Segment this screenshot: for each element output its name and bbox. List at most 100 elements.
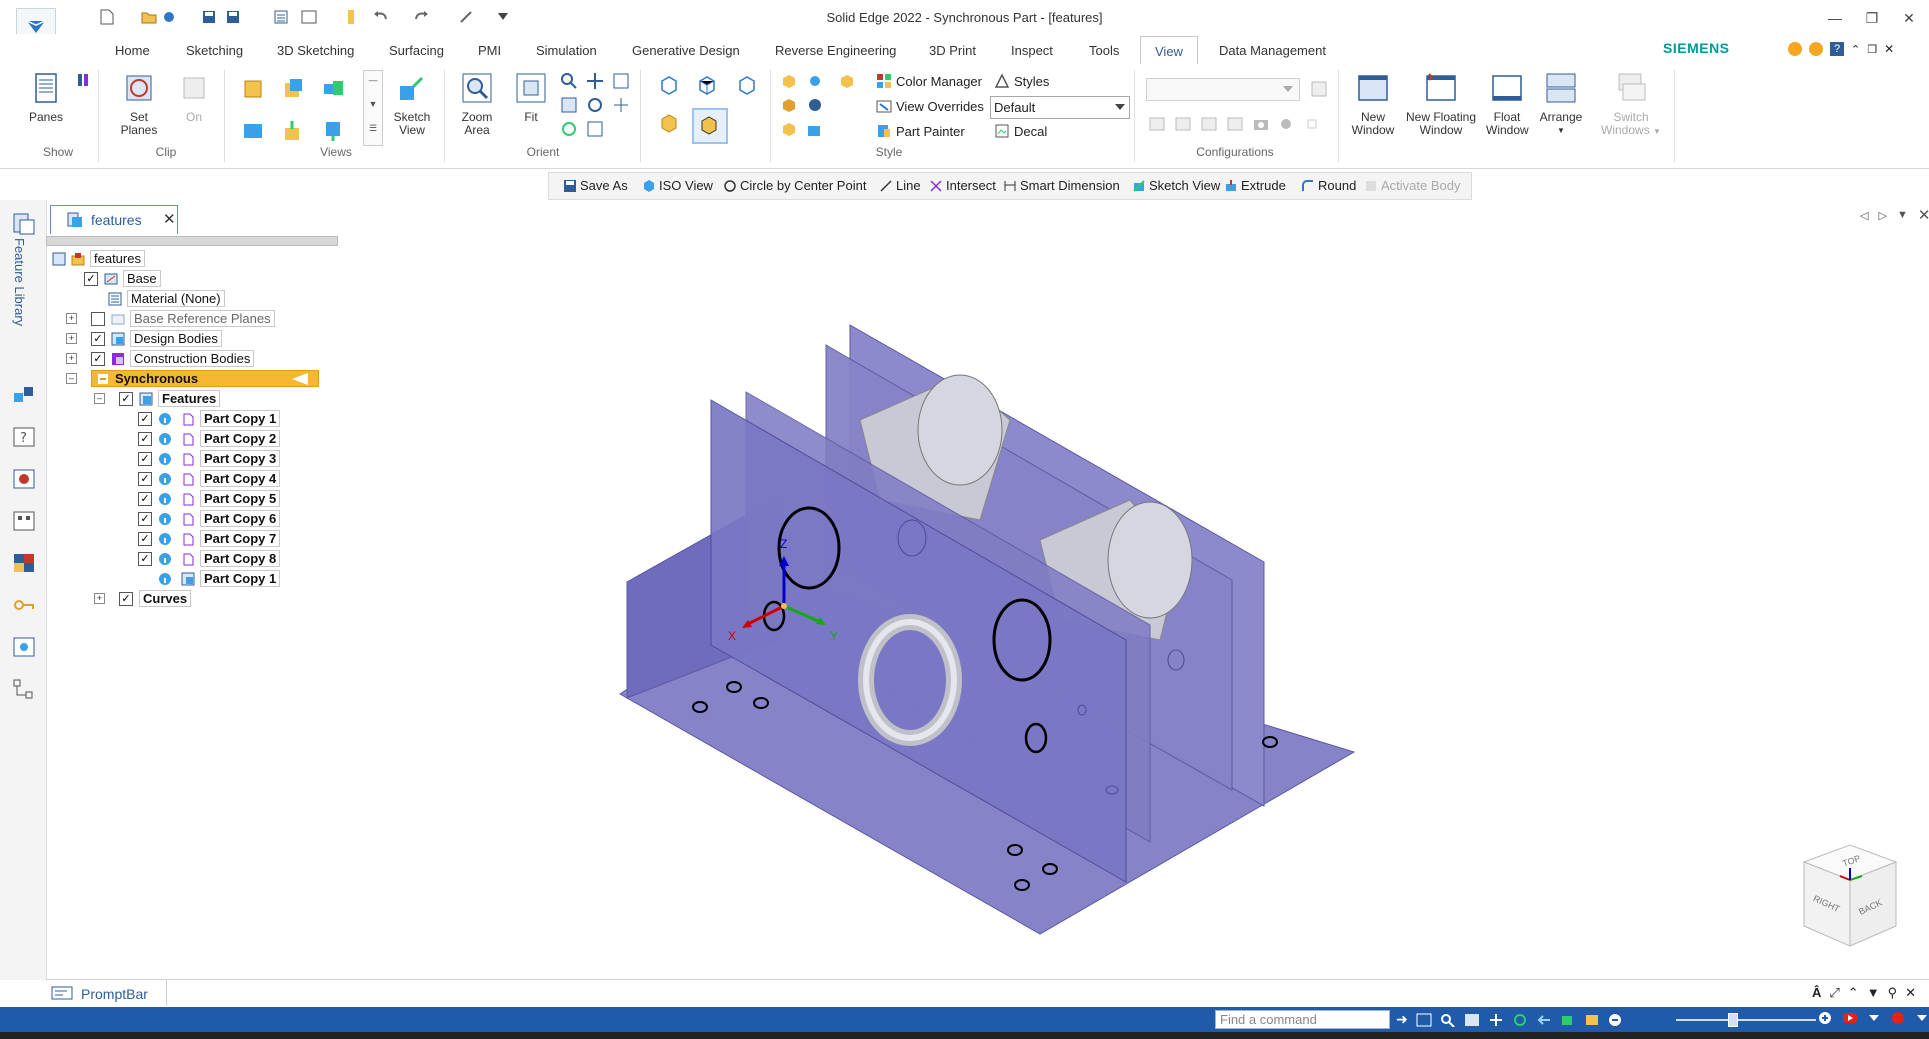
tab-surfacing[interactable]: Surfacing: [389, 43, 444, 58]
visible-edges-cube-icon[interactable]: [696, 74, 718, 96]
cmd-round[interactable]: Round: [1301, 178, 1356, 193]
styles-button[interactable]: Styles: [994, 73, 1049, 89]
graphics-window[interactable]: Z Y X TOP RIGHT BACK: [46, 236, 1929, 976]
tab-view[interactable]: View: [1140, 36, 1198, 65]
arrow-right-icon[interactable]: ➜: [1396, 1011, 1408, 1028]
tab-simulation[interactable]: Simulation: [536, 43, 597, 58]
cmd-line[interactable]: Line: [879, 178, 921, 193]
collapse-up-icon[interactable]: ⌃: [1848, 985, 1859, 1001]
config-tool-1-icon[interactable]: [1148, 116, 1166, 132]
minimize-button[interactable]: —: [1822, 8, 1848, 28]
zoom-status-icon[interactable]: [1440, 1013, 1456, 1027]
close-button[interactable]: ✕: [1896, 8, 1922, 28]
lights-icon[interactable]: [806, 72, 824, 90]
depth-cueing-icon[interactable]: [780, 120, 798, 138]
chevron-down-icon[interactable]: [1866, 1011, 1882, 1025]
new-window-button[interactable]: New Window: [1348, 72, 1398, 137]
config-tool-2-icon[interactable]: [1174, 116, 1192, 132]
previous-status-icon[interactable]: [1536, 1013, 1552, 1027]
fit-button[interactable]: Fit: [514, 72, 548, 124]
panes-button[interactable]: Panes: [22, 72, 70, 124]
tab-reverse-engineering[interactable]: Reverse Engineering: [775, 43, 896, 58]
tab-generative-design[interactable]: Generative Design: [632, 43, 740, 58]
sketch-view-button[interactable]: Sketch View: [390, 72, 434, 137]
tab-3d-print[interactable]: 3D Print: [929, 43, 976, 58]
view-front-icon[interactable]: [242, 78, 264, 100]
restore-button[interactable]: ❐: [1859, 8, 1885, 28]
tab-features[interactable]: features ✕: [50, 205, 178, 234]
rotate-status-icon[interactable]: [1512, 1013, 1528, 1027]
refresh-view-icon[interactable]: [560, 120, 578, 138]
cmd-sketch-view[interactable]: Sketch View: [1132, 178, 1220, 193]
doc-restore-icon[interactable]: ❐: [1867, 43, 1877, 56]
help-icon[interactable]: ?: [1830, 42, 1844, 56]
cmd-circle-by-center-point[interactable]: Circle by Center Point: [723, 178, 866, 193]
font-size-icon[interactable]: Â: [1812, 985, 1821, 1001]
youtube-icon[interactable]: [1842, 1011, 1858, 1025]
find-command-input[interactable]: Find a command: [1215, 1010, 1390, 1029]
switch-windows-button[interactable]: Switch Windows ▼: [1598, 72, 1664, 138]
zoom-in-icon[interactable]: [1818, 1011, 1834, 1025]
camera-icon[interactable]: [1252, 116, 1270, 132]
view-background-icon[interactable]: [838, 72, 856, 90]
relationships-icon[interactable]: [12, 678, 36, 700]
close-icon[interactable]: ✕: [1905, 985, 1916, 1001]
zoom-window-icon[interactable]: [612, 72, 630, 90]
pin-icon[interactable]: ⚲: [1888, 985, 1898, 1001]
cmd-activate-body[interactable]: Activate Body: [1364, 178, 1461, 193]
set-planes-button[interactable]: Set Planes: [114, 72, 164, 137]
arrange-button[interactable]: Arrange ▼: [1536, 72, 1586, 137]
save-configuration-icon[interactable]: [1310, 80, 1328, 98]
cmd-iso-view[interactable]: ISO View: [642, 178, 713, 193]
tab-tools[interactable]: Tools: [1089, 43, 1119, 58]
chevron-down-icon[interactable]: [1914, 1011, 1929, 1025]
feature-library-label[interactable]: Feature Library: [12, 238, 27, 326]
decal-button[interactable]: Decal: [994, 123, 1047, 139]
configurations-select[interactable]: [1146, 78, 1300, 101]
layers-icon[interactable]: [12, 468, 36, 490]
zoom-slider-track[interactable]: [1676, 1019, 1816, 1021]
tab-inspect[interactable]: Inspect: [1011, 43, 1053, 58]
close-document-icon[interactable]: ✕: [1918, 206, 1929, 224]
smiley-icon[interactable]: [1788, 42, 1802, 56]
cmd-intersect[interactable]: Intersect: [929, 178, 996, 193]
tab-3d-sketching[interactable]: 3D Sketching: [277, 43, 354, 58]
view-top-icon[interactable]: [282, 78, 304, 100]
frown-icon[interactable]: [1809, 42, 1823, 56]
zoom-area-status-icon[interactable]: [1416, 1013, 1432, 1027]
view-cube[interactable]: TOP RIGHT BACK: [1802, 844, 1898, 947]
config-tool-4-icon[interactable]: [1226, 116, 1244, 132]
wireframe-cube-icon[interactable]: [658, 74, 680, 96]
config-tool-7-icon[interactable]: [1304, 116, 1322, 132]
pan-status-icon[interactable]: [1488, 1013, 1504, 1027]
clip-on-button[interactable]: On: [176, 72, 212, 124]
zoom-slider-thumb[interactable]: [1728, 1013, 1738, 1027]
sketch-view-status-icon[interactable]: [1560, 1013, 1576, 1027]
chevron-left-icon[interactable]: ◁: [1860, 209, 1868, 224]
help-panel-icon[interactable]: ?: [12, 426, 36, 448]
tab-pmi[interactable]: PMI: [478, 43, 501, 58]
new-floating-window-button[interactable]: New Floating Window: [1400, 72, 1482, 137]
family-of-parts-icon[interactable]: [12, 510, 36, 532]
config-tool-3-icon[interactable]: [1200, 116, 1218, 132]
tab-sketching[interactable]: Sketching: [186, 43, 243, 58]
zoom-out-icon[interactable]: [1608, 1013, 1624, 1027]
chevron-right-icon[interactable]: ▷: [1878, 209, 1886, 224]
view-edit-icon[interactable]: [586, 120, 604, 138]
pathfinder-icon[interactable]: [12, 385, 36, 407]
reflective-icon[interactable]: [780, 96, 798, 114]
view-left-icon[interactable]: [322, 120, 344, 142]
doc-close-icon[interactable]: ✕: [1884, 42, 1894, 56]
shadow-icon[interactable]: [780, 72, 798, 90]
zoom-area-button[interactable]: Zoom Area: [456, 72, 498, 137]
config-tool-6-icon[interactable]: [1278, 116, 1296, 132]
view-bottom-icon[interactable]: [282, 120, 304, 142]
cmd-save-as[interactable]: Save As: [563, 178, 628, 193]
chevron-down-icon[interactable]: ▼: [1867, 985, 1880, 1001]
tab-home[interactable]: Home: [115, 43, 150, 58]
sphere-icon[interactable]: [806, 96, 824, 114]
views-scroll[interactable]: — ▼ ☰: [363, 70, 383, 146]
pin-panes-icon[interactable]: [76, 72, 90, 93]
shaded-cube-icon[interactable]: [658, 112, 680, 134]
cmd-extrude[interactable]: Extrude: [1224, 178, 1286, 193]
